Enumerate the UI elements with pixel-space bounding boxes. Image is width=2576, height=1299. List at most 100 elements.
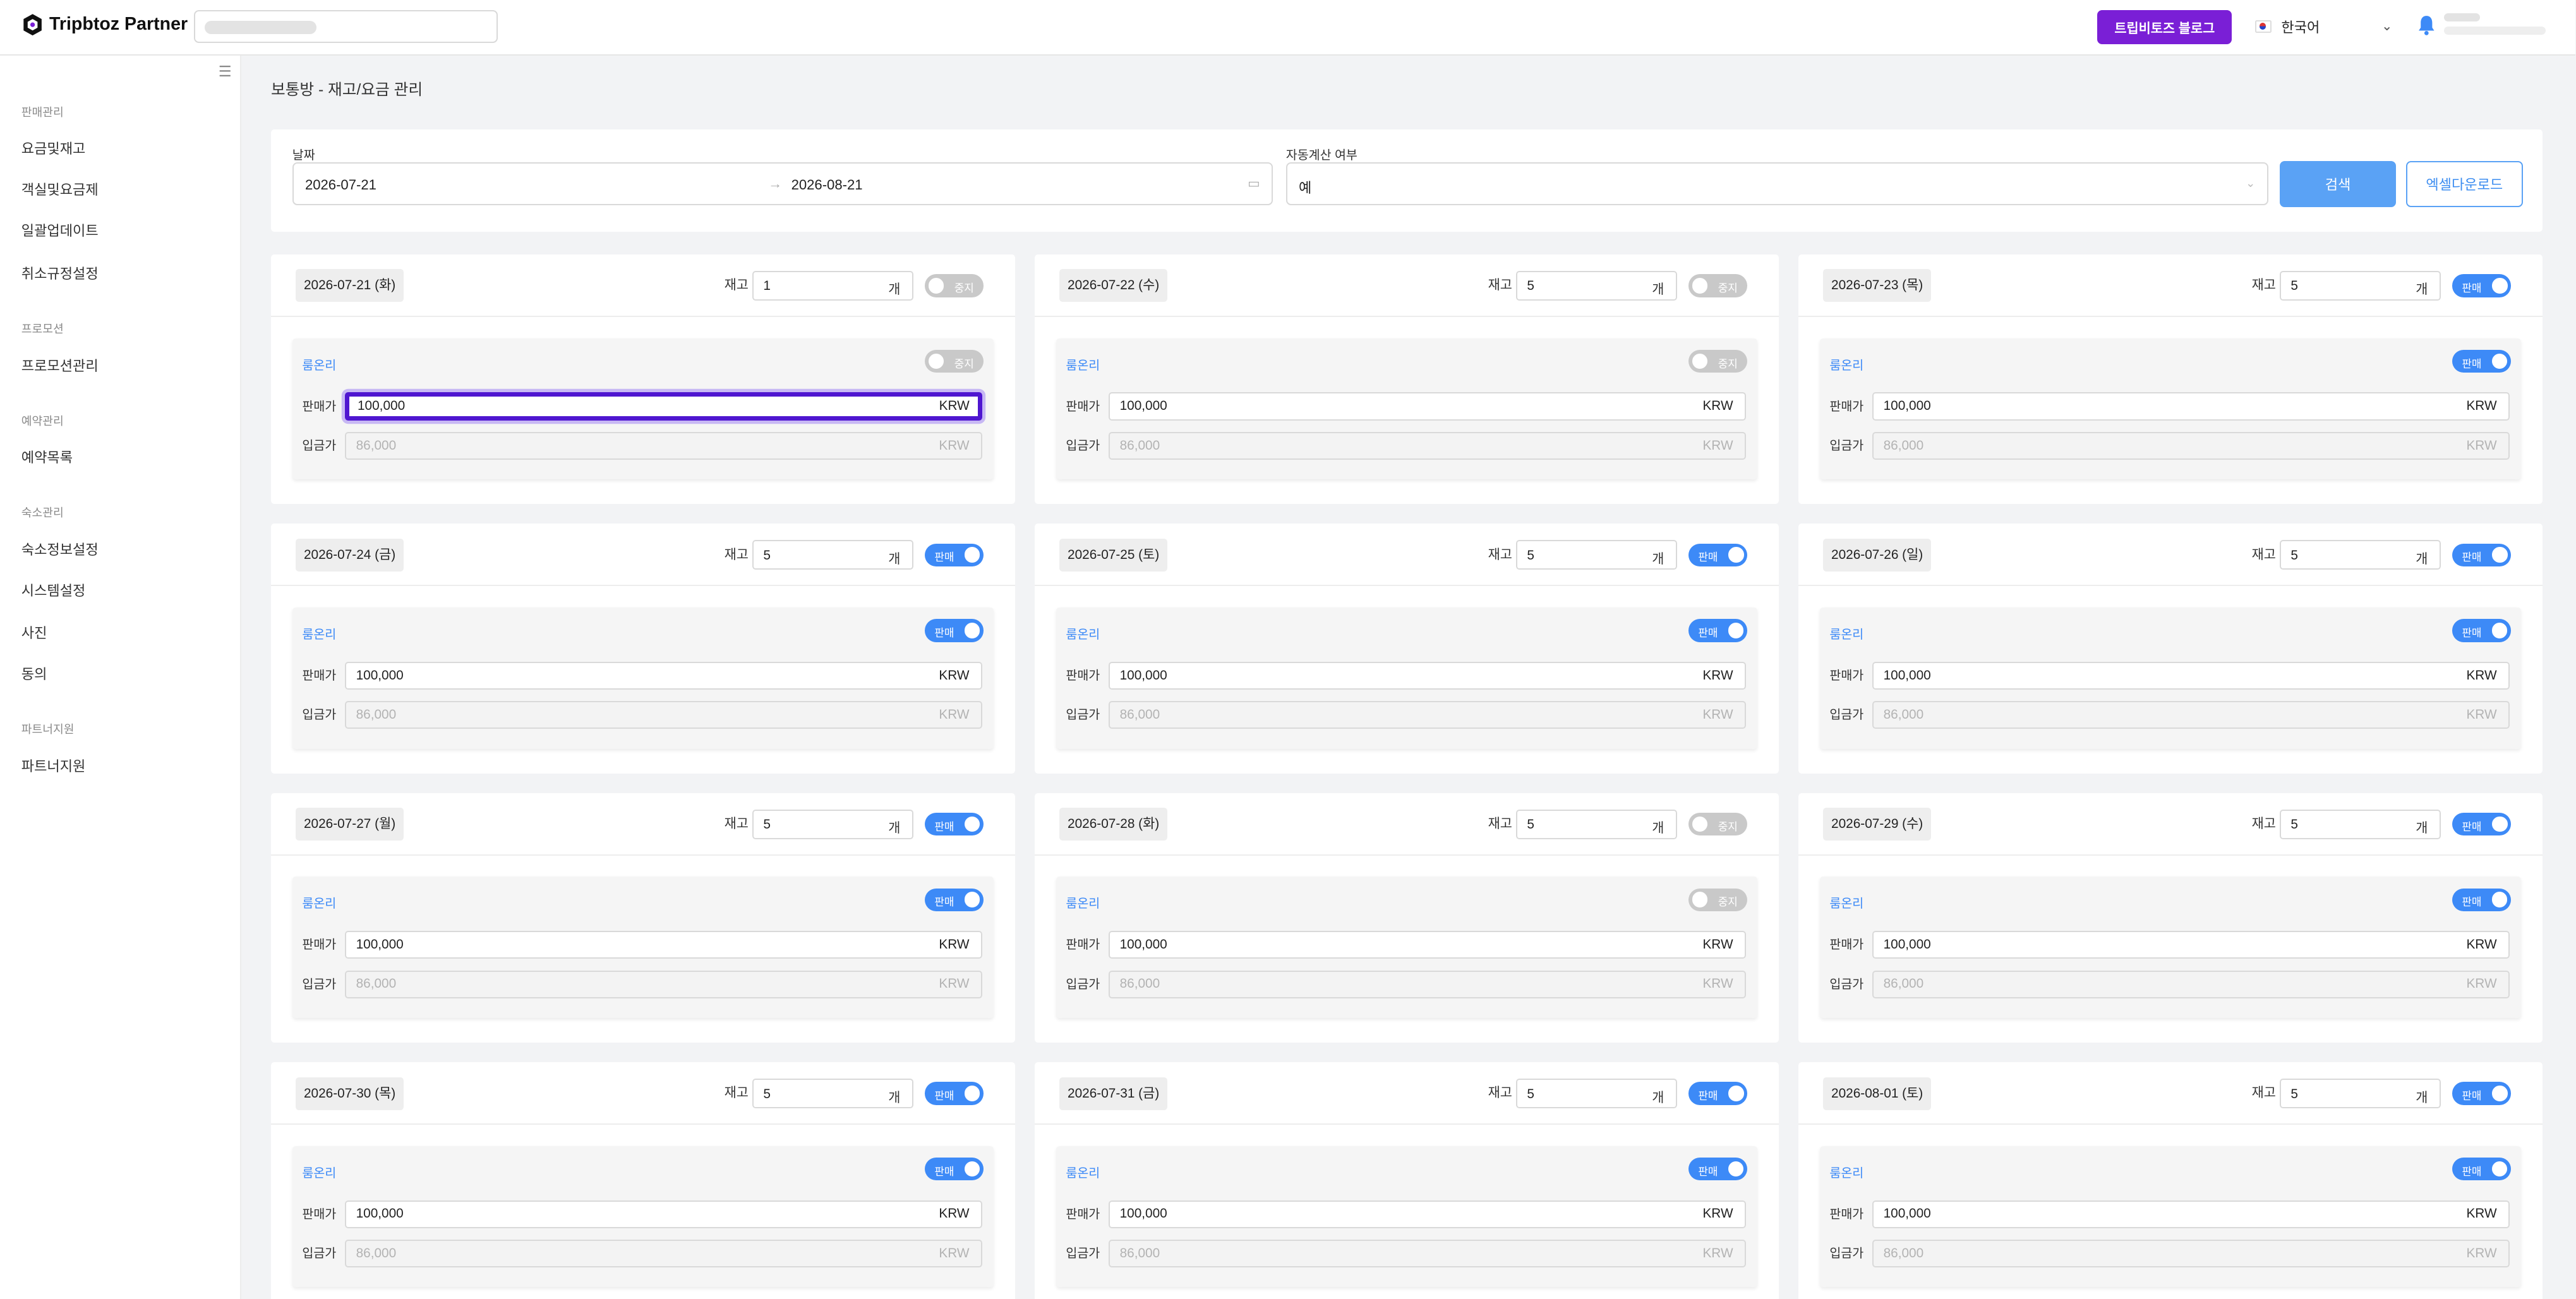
collapse-menu-icon[interactable]: ☰ (219, 63, 232, 80)
sale-price-input[interactable]: 100,000 KRW (1108, 392, 1746, 421)
date-sale-toggle[interactable]: 중지 (924, 274, 984, 297)
date-sale-toggle[interactable]: 판매 (924, 543, 984, 566)
date-sale-toggle[interactable]: 중지 (1688, 274, 1748, 297)
search-button[interactable]: 검색 (2279, 160, 2397, 207)
sidebar-item-promotion-management[interactable]: 프로모션관리 (21, 355, 99, 375)
property-selector[interactable] (193, 9, 498, 43)
room-sale-toggle[interactable]: 중지 (924, 349, 984, 373)
stock-unit: 개 (1652, 1090, 1664, 1105)
toggle-knob (1690, 815, 1709, 834)
toggle-knob (2490, 815, 2509, 834)
stock-input[interactable]: 5개 (2279, 540, 2441, 570)
sidebar-item-reservation-list[interactable]: 예약목록 (21, 446, 73, 467)
date-sale-toggle[interactable]: 판매 (2452, 812, 2512, 836)
sidebar-item-bulk-update[interactable]: 일괄업데이트 (21, 220, 99, 240)
card-header: 2026-07-26 (일) 재고 5 개 판매 (1798, 524, 2543, 587)
sale-price-input[interactable]: 100,000 KRW (1872, 661, 2510, 690)
room-sale-toggle[interactable]: 중지 (1688, 888, 1748, 911)
sale-price-input[interactable]: 100,000 KRW (344, 661, 982, 690)
sidebar-item-rooms-rateplans[interactable]: 객실및요금제 (21, 179, 99, 199)
deposit-price-input: 86,000 KRW (1872, 701, 2510, 729)
deposit-price-input: 86,000 KRW (344, 970, 982, 998)
sale-price-input[interactable]: 100,000 KRW (1108, 1200, 1746, 1228)
currency-label: KRW (2466, 976, 2497, 991)
date-sale-toggle[interactable]: 중지 (1688, 812, 1748, 836)
sale-price-label: 판매가 (1066, 938, 1100, 952)
blog-button[interactable]: 트립비토즈 블로그 (2097, 9, 2232, 45)
excel-download-button[interactable]: 엑셀다운로드 (2405, 160, 2523, 207)
stock-value: 5 (2290, 278, 2298, 294)
sale-price-input[interactable]: 100,000 KRW (1872, 392, 2510, 421)
toggle-knob (1690, 277, 1709, 295)
room-sale-toggle[interactable]: 판매 (2452, 349, 2512, 373)
sale-price-input[interactable]: 100,000 KRW (344, 1200, 982, 1228)
sidebar-item-property-info[interactable]: 숙소정보설정 (21, 539, 99, 559)
sale-price-input[interactable]: 100,000 KRW (1108, 931, 1746, 959)
date-sale-toggle[interactable]: 판매 (1688, 543, 1748, 566)
room-sale-toggle[interactable]: 판매 (2452, 619, 2512, 642)
date-sale-toggle[interactable]: 판매 (924, 812, 984, 836)
stock-input[interactable]: 5개 (2279, 1079, 2441, 1108)
sidebar-item-partner-support[interactable]: 파트너지원 (21, 755, 86, 775)
stock-input[interactable]: 5개 (2279, 809, 2441, 839)
user-account[interactable] (2443, 13, 2546, 35)
room-sale-toggle[interactable]: 판매 (2452, 1157, 2512, 1181)
deposit-price-label: 입금가 (302, 977, 337, 991)
stock-input[interactable]: 5개 (752, 540, 913, 570)
room-rate-panel: 룸온리 판매 판매가 100,000 KRW 입금가 86,000 KRW (292, 1146, 994, 1288)
sale-price-input[interactable]: 100,000 KRW (1872, 931, 2510, 959)
calendar-icon[interactable]: ▭ (1248, 176, 1260, 191)
chevron-down-icon[interactable]: ⌄ (2381, 18, 2392, 34)
room-sale-toggle[interactable]: 중지 (1688, 349, 1748, 373)
sale-price-input[interactable]: 100,000 KRW (344, 931, 982, 959)
date-sale-toggle[interactable]: 판매 (1688, 1082, 1748, 1105)
sale-price-input[interactable]: 100,000 KRW (1872, 1200, 2510, 1228)
stock-label: 재고 (2251, 278, 2276, 293)
sidebar-item-photos[interactable]: 사진 (21, 622, 47, 642)
room-sale-toggle[interactable]: 판매 (1688, 619, 1748, 642)
language-selector[interactable]: 한국어 (2254, 16, 2320, 37)
stock-input[interactable]: 5개 (1515, 271, 1677, 301)
deposit-price-value: 86,000 (1883, 976, 1924, 991)
bell-icon[interactable] (2417, 15, 2436, 36)
sidebar-item-system-settings[interactable]: 시스템설정 (21, 580, 86, 600)
toggle-text: 판매 (1698, 551, 1718, 564)
date-tag: 2026-07-30 (목) (295, 1077, 404, 1110)
stock-input[interactable]: 5개 (1515, 809, 1677, 839)
deposit-price-value: 86,000 (1883, 438, 1924, 453)
date-range-picker[interactable]: 2026-07-21 → 2026-08-21 ▭ (292, 162, 1273, 205)
sale-price-label: 판매가 (1829, 668, 1864, 683)
toggle-text: 중지 (954, 282, 974, 294)
room-rate-panel: 룸온리 중지 판매가 100,000 KRW 입금가 86,000 KRW (1056, 338, 1757, 480)
sale-price-input[interactable]: 100,000 KRW (344, 392, 982, 421)
room-sale-toggle[interactable]: 판매 (924, 619, 984, 642)
card-header: 2026-07-28 (화) 재고 5 개 중지 (1035, 793, 1779, 856)
sale-price-input[interactable]: 100,000 KRW (1108, 661, 1746, 690)
currency-label: KRW (1702, 398, 1733, 414)
stock-input[interactable]: 5개 (2279, 271, 2441, 301)
sale-price-value: 100,000 (1119, 937, 1167, 952)
stock-input[interactable]: 5개 (752, 1079, 913, 1108)
date-sale-toggle[interactable]: 판매 (2452, 274, 2512, 297)
end-date[interactable]: 2026-08-21 (791, 177, 863, 193)
auto-calc-select[interactable]: 예 ⌄ (1285, 162, 2268, 205)
start-date[interactable]: 2026-07-21 (305, 177, 376, 193)
stock-input[interactable]: 5개 (752, 809, 913, 839)
room-sale-toggle[interactable]: 판매 (924, 888, 984, 911)
toggle-knob (963, 1159, 982, 1178)
logo[interactable]: Tripbtoz Partner (23, 13, 188, 36)
sidebar-item-cancellation-policy[interactable]: 취소규정설정 (21, 263, 99, 283)
room-sale-toggle[interactable]: 판매 (1688, 1157, 1748, 1181)
room-name: 룸온리 (1829, 627, 1864, 642)
sidebar-item-rates-inventory[interactable]: 요금및재고 (21, 138, 86, 158)
stock-input[interactable]: 5개 (1515, 540, 1677, 570)
date-sale-toggle[interactable]: 판매 (924, 1082, 984, 1105)
room-sale-toggle[interactable]: 판매 (924, 1157, 984, 1181)
stock-input[interactable]: 5개 (1515, 1079, 1677, 1108)
stock-input[interactable]: 1개 (752, 271, 913, 301)
sidebar-item-consent[interactable]: 동의 (21, 663, 47, 683)
date-sale-toggle[interactable]: 판매 (2452, 543, 2512, 566)
deposit-price-value: 86,000 (1119, 707, 1160, 722)
date-sale-toggle[interactable]: 판매 (2452, 1082, 2512, 1105)
room-sale-toggle[interactable]: 판매 (2452, 888, 2512, 911)
